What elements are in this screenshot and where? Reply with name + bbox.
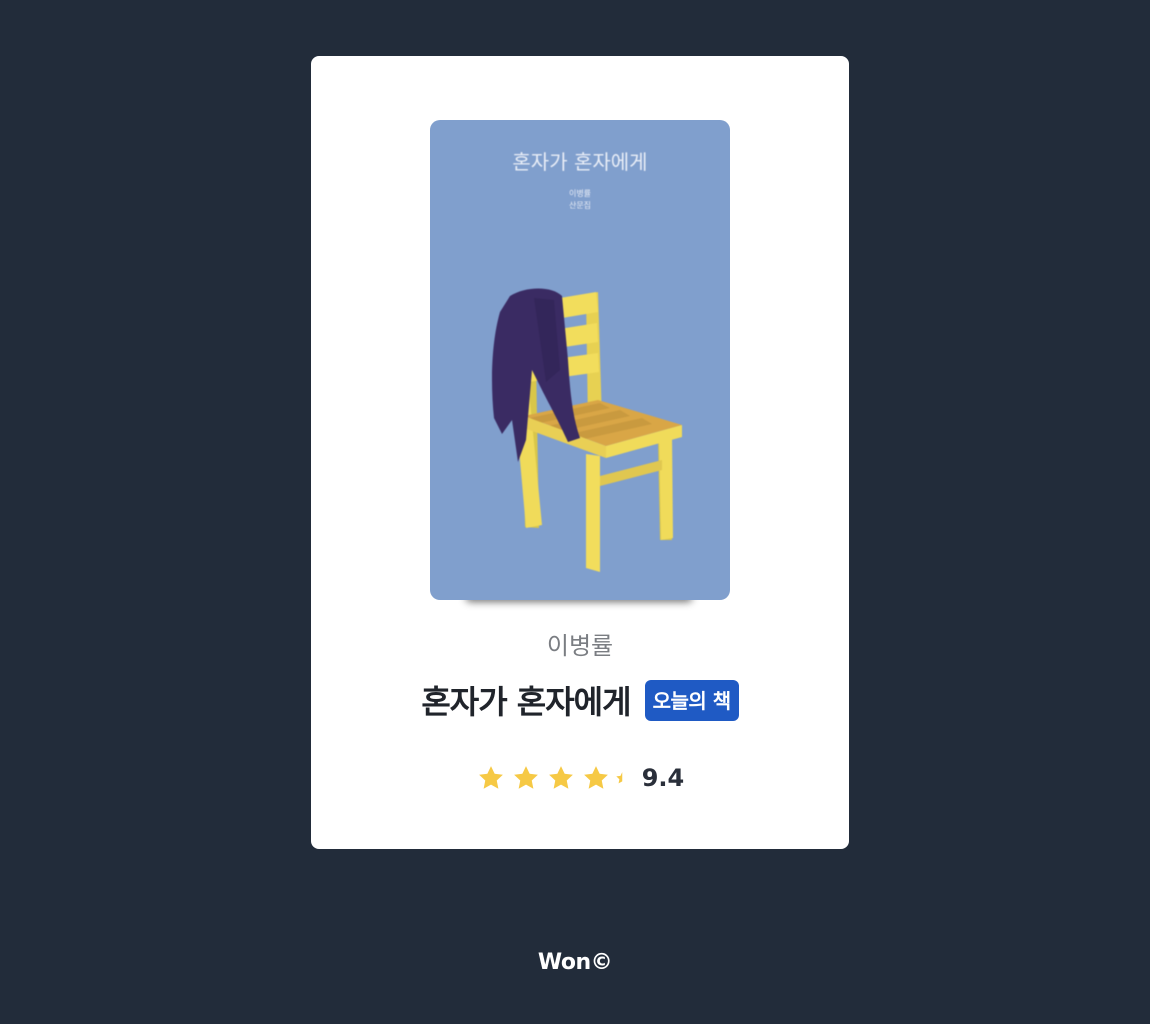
author-name: 이병률: [546, 632, 614, 660]
title-row: 혼자가 혼자에게 오늘의 책: [311, 678, 849, 722]
chair-illustration: [492, 288, 682, 572]
book-of-the-day-badge: 오늘의 책: [644, 679, 739, 721]
book-title: 혼자가 혼자에게: [421, 683, 631, 721]
footer-credit: Won©: [537, 950, 613, 975]
star-icon: [478, 766, 503, 789]
star-icon: [548, 766, 573, 789]
star-icon: [583, 766, 608, 789]
book-cover-container: 혼자가 혼자에게 이병률 산문집: [430, 120, 730, 602]
half-star-icon: [616, 772, 622, 784]
rating-score: 9.4: [641, 764, 685, 792]
book-card: 혼자가 혼자에게 이병률 산문집 이병률 혼자가 혼자에게 오늘의 책 9.4: [311, 56, 849, 849]
rating-row: 9.4: [311, 760, 849, 796]
book-cover-image[interactable]: 혼자가 혼자에게 이병률 산문집: [430, 120, 730, 600]
star-icon: [513, 766, 538, 789]
